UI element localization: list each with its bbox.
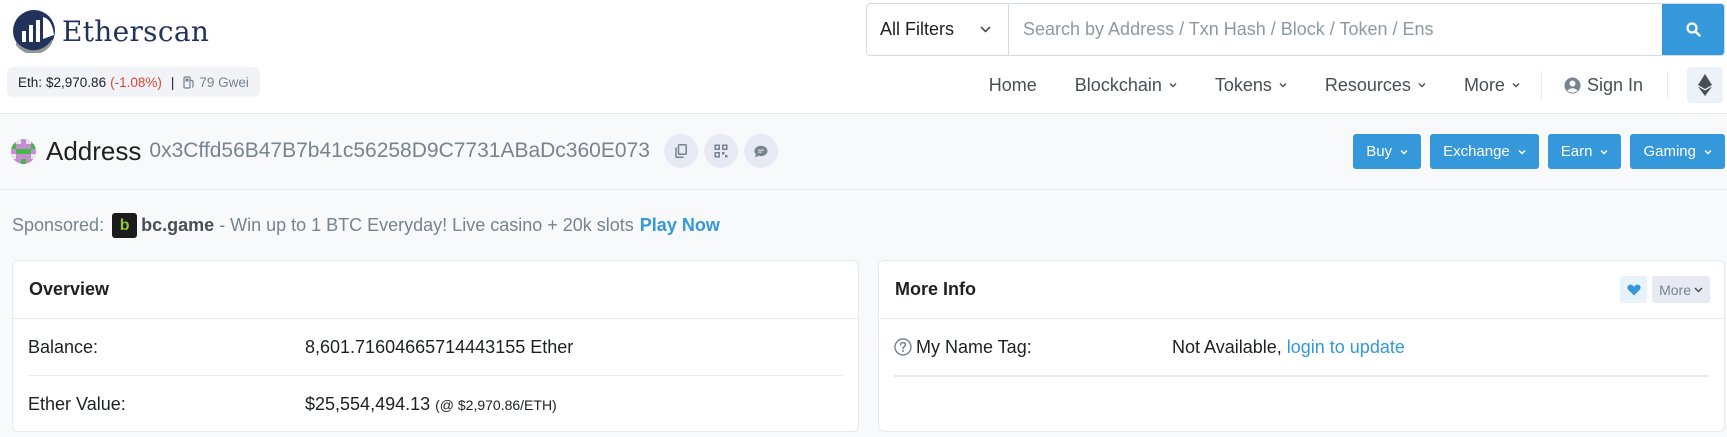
nav-more-label: More: [1463, 74, 1505, 95]
more-options-label: More: [1659, 281, 1691, 298]
copy-icon: [675, 144, 687, 158]
chevron-down-icon: [1279, 83, 1287, 88]
ether-value-label: Ether Value:: [28, 394, 126, 414]
search-button[interactable]: [1662, 4, 1724, 55]
comment-icon: [754, 145, 768, 157]
chevron-down-icon: [1512, 83, 1520, 88]
nav-home[interactable]: Home: [970, 64, 1056, 106]
search-filter-select[interactable]: All Filters: [867, 4, 1009, 55]
chevron-down-icon: [1704, 149, 1712, 155]
login-to-update-link[interactable]: login to update: [1287, 337, 1405, 358]
etherscan-logo[interactable]: Etherscan: [12, 9, 209, 53]
more-info-body: My Name Tag: Not Available, login to upd…: [879, 319, 1724, 377]
more-info-actions: More: [1620, 276, 1710, 303]
overview-header: Overview: [13, 261, 858, 319]
gaming-label: Gaming: [1643, 143, 1696, 160]
nav-divider: [1540, 71, 1542, 99]
chevron-down-icon: [1169, 83, 1177, 88]
exchange-button[interactable]: Exchange: [1430, 134, 1539, 169]
name-tag-row: My Name Tag: Not Available, login to upd…: [894, 319, 1709, 376]
earn-label: Earn: [1560, 143, 1593, 160]
heart-icon: [1626, 284, 1641, 295]
ether-value: $25,554,494.13: [305, 394, 431, 414]
ticker-separator: |: [170, 74, 175, 90]
search-icon: [1685, 22, 1701, 37]
address-tool-buttons: Buy Exchange Earn Gaming: [1344, 134, 1725, 169]
sponsor-text: - Win up to 1 BTC Everyday! Live casino …: [219, 215, 634, 235]
chevron-down-icon: [1600, 149, 1608, 155]
network-switcher[interactable]: [1687, 67, 1723, 103]
name-tag-label-wrap: My Name Tag:: [894, 337, 1172, 358]
address-heading: Address 0x3Cffd56B47B7b41c56258D9C7731AB…: [11, 124, 784, 178]
eth-price-ticker: Eth: $2,970.86 (-1.08%) | 79 Gwei: [7, 67, 260, 97]
chevron-down-icon: [980, 26, 991, 33]
address-title-bar: Address 0x3Cffd56B47B7b41c56258D9C7731AB…: [0, 114, 1727, 190]
user-circle-icon: [1564, 77, 1581, 93]
sign-in-label: Sign In: [1586, 74, 1643, 95]
balance-label: Balance:: [28, 336, 99, 357]
ether-value-row: Ether Value: $25,554,494.13 (@ $2,970.86…: [28, 376, 843, 431]
overview-card: Overview Balance: 8,601.7160466571444315…: [12, 260, 859, 432]
nav-home-label: Home: [988, 74, 1037, 95]
exchange-label: Exchange: [1443, 143, 1510, 160]
empty-row-divider: [894, 376, 1709, 377]
bc-game-logo[interactable]: b: [112, 213, 138, 238]
chevron-down-icon: [1418, 83, 1426, 88]
etherscan-logo-icon: [13, 10, 55, 53]
gaming-button[interactable]: Gaming: [1630, 134, 1725, 169]
address-hash: 0x3Cffd56B47B7b41c56258D9C7731ABaDc360E0…: [149, 139, 650, 162]
buy-label: Buy: [1366, 143, 1393, 160]
chevron-down-icon: [1694, 286, 1703, 293]
balance-value: 8,601.71604665714443155 Ether: [305, 336, 574, 357]
gas-tracker-link[interactable]: 79 Gwei: [183, 75, 249, 90]
nav-tokens[interactable]: Tokens: [1196, 64, 1306, 106]
nav-more[interactable]: More: [1445, 64, 1539, 106]
address-label: Address: [46, 135, 142, 166]
add-to-watchlist-button[interactable]: [1620, 276, 1648, 303]
balance-row: Balance: 8,601.71604665714443155 Ether: [28, 319, 843, 376]
ether-value-rate: (@ $2,970.86/ETH): [435, 396, 557, 413]
nav-blockchain-label: Blockchain: [1074, 74, 1162, 95]
more-options-button[interactable]: More: [1652, 276, 1710, 303]
more-info-title: More Info: [895, 279, 976, 299]
gas-pump-icon: [183, 75, 194, 89]
comment-button[interactable]: [743, 134, 778, 168]
nav-blockchain[interactable]: Blockchain: [1056, 64, 1196, 106]
nav-resources[interactable]: Resources: [1306, 64, 1445, 106]
overview-title: Overview: [29, 279, 110, 299]
eth-price-change: (-1.08%): [110, 74, 162, 90]
eth-price-label: Eth:: [18, 74, 43, 90]
sponsor-brand-link[interactable]: bc.game: [141, 215, 214, 236]
copy-address-button[interactable]: [663, 134, 698, 168]
qr-code-button[interactable]: [703, 134, 738, 168]
site-header: Etherscan Eth: $2,970.86 (-1.08%) | 79 G…: [0, 0, 1727, 114]
gas-price: 79 Gwei: [199, 74, 249, 90]
address-blockie-avatar: [11, 138, 36, 164]
search-bar: All Filters: [866, 3, 1725, 56]
sponsored-banner: Sponsored: b bc.game - Win up to 1 BTC E…: [12, 213, 720, 238]
nav-resources-label: Resources: [1324, 74, 1411, 95]
chevron-down-icon: [1400, 149, 1408, 155]
more-info-header: More Info More: [879, 261, 1724, 319]
nav-divider: [1667, 71, 1668, 99]
qr-code-icon: [714, 144, 728, 158]
ethereum-icon: [1698, 74, 1712, 96]
buy-button[interactable]: Buy: [1353, 134, 1422, 169]
search-input[interactable]: [1009, 4, 1662, 55]
question-circle-icon[interactable]: [894, 338, 912, 356]
chevron-down-icon: [1518, 149, 1526, 155]
etherscan-wordmark: Etherscan: [62, 14, 210, 48]
more-info-card: More Info More My Name Tag: Not Availabl…: [878, 260, 1725, 432]
nav-tokens-label: Tokens: [1214, 74, 1272, 95]
eth-price-link[interactable]: $2,970.86: [46, 75, 106, 90]
sign-in-link[interactable]: Sign In: [1544, 64, 1665, 106]
name-tag-value: Not Available,: [1172, 336, 1282, 357]
sponsored-prefix: Sponsored:: [12, 215, 105, 235]
search-filter-label: All Filters: [880, 19, 955, 39]
name-tag-label: My Name Tag:: [916, 336, 1032, 357]
earn-button[interactable]: Earn: [1547, 134, 1622, 169]
overview-body: Balance: 8,601.71604665714443155 Ether E…: [13, 319, 858, 431]
play-now-link[interactable]: Play Now: [640, 215, 720, 236]
main-nav: Home Blockchain Tokens Resources More Si…: [970, 64, 1727, 106]
